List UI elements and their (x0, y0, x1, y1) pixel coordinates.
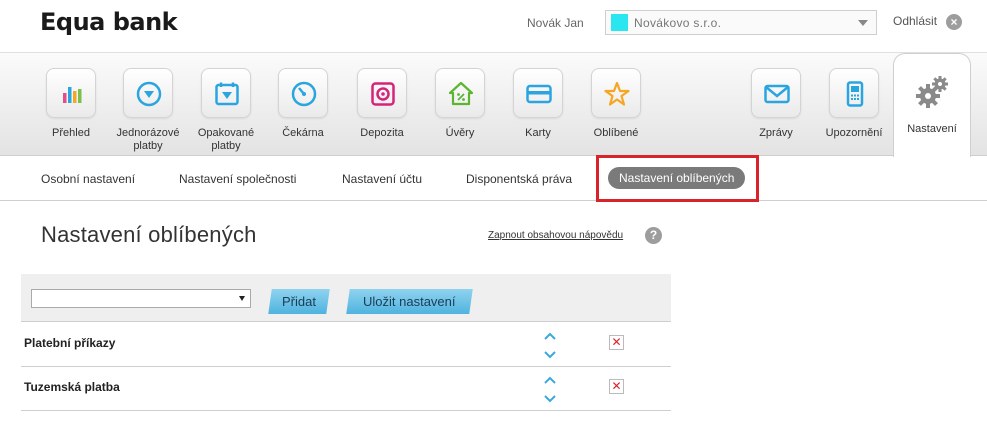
nav-item-label: Upozornění (825, 127, 883, 139)
gears-icon (916, 76, 948, 108)
nav-item-uvery[interactable]: Úvěry (422, 68, 498, 140)
settings-subtabs: Osobní nastavení Nastavení společnosti N… (0, 157, 987, 201)
bar-chart-icon (46, 68, 96, 118)
tab-nastaveni-uctu[interactable]: Nastavení účtu (342, 172, 422, 186)
help-toggle-link[interactable]: Zapnout obsahovou nápovědu (488, 230, 623, 241)
chevron-up-icon[interactable] (543, 375, 557, 385)
tab-osobni-nastaveni[interactable]: Osobní nastavení (41, 172, 135, 186)
tab-disponentska-prava[interactable]: Disponentská práva (466, 172, 572, 186)
equa-bank-logo[interactable]: Equa bank (40, 8, 178, 36)
save-settings-button[interactable]: Uložit nastavení (346, 289, 473, 314)
nav-item-prehled[interactable]: Přehled (33, 68, 109, 140)
favorite-row: Platební příkazy ✕ (21, 323, 671, 367)
nav-item-label: Přehled (52, 127, 90, 139)
add-button-label: Přidat (282, 294, 316, 309)
nav-item-label: Úvěry (445, 127, 475, 139)
nav-item-karty[interactable]: Karty (500, 68, 576, 140)
favorites-toolbar: Přidat Uložit nastavení (21, 274, 671, 322)
nav-item-label: Nastavení (907, 123, 957, 135)
safe-icon (357, 68, 407, 118)
chevron-down-icon (858, 20, 868, 26)
user-name: Novák Jan (527, 16, 584, 30)
nav-item-cekarna[interactable]: Čekárna (265, 68, 341, 140)
arrow-down-circle-icon (123, 68, 173, 118)
nav-item-label: Oblíbené (593, 127, 639, 139)
delete-icon[interactable]: ✕ (609, 335, 624, 350)
company-select[interactable]: Novákovo s.r.o. (605, 10, 877, 35)
favorite-row: Tuzemská platba ✕ (21, 367, 671, 411)
add-button[interactable]: Přidat (268, 289, 330, 314)
favorite-select[interactable] (31, 289, 251, 308)
chevron-down-icon (239, 296, 245, 301)
nav-item-upozorneni[interactable]: Upozornění (816, 68, 892, 140)
chevron-up-icon[interactable] (543, 331, 557, 341)
nav-item-label: Karty (525, 127, 551, 139)
card-icon (513, 68, 563, 118)
nav-item-label: Zprávy (759, 127, 793, 139)
clock-icon (278, 68, 328, 118)
nav-item-label: Opakované platby (197, 127, 255, 152)
house-percent-icon (435, 68, 485, 118)
favorite-row-name: Platební příkazy (24, 336, 116, 350)
chevron-down-icon[interactable] (543, 350, 557, 360)
nav-item-nastaveni[interactable]: Nastavení (893, 53, 971, 157)
nav-item-zpravy[interactable]: Zprávy (738, 68, 814, 140)
nav-item-opakovane-platby[interactable]: Opakované platby (188, 68, 264, 153)
page-title: Nastavení oblíbených (41, 222, 257, 247)
envelope-icon (751, 68, 801, 118)
star-icon (591, 68, 641, 118)
company-color-swatch (611, 14, 628, 31)
company-select-value: Novákovo s.r.o. (634, 16, 722, 30)
nav-item-label: Depozita (360, 127, 404, 139)
phone-icon (829, 68, 879, 118)
chevron-down-icon[interactable] (543, 394, 557, 404)
save-settings-button-label: Uložit nastavení (363, 294, 456, 309)
nav-item-label: Jednorázové platby (116, 127, 180, 152)
help-icon[interactable]: ? (645, 227, 662, 244)
nav-item-oblibene[interactable]: Oblíbené (578, 68, 654, 140)
calendar-icon (201, 68, 251, 118)
main-navigation: Přehled Jednorázové platby Opakované pla… (0, 52, 987, 157)
favorite-row-name: Tuzemská platba (24, 380, 120, 394)
nav-item-depozita[interactable]: Depozita (344, 68, 420, 140)
delete-icon[interactable]: ✕ (609, 379, 624, 394)
close-icon[interactable]: × (946, 14, 962, 30)
nav-item-label: Čekárna (282, 127, 324, 139)
logout-link[interactable]: Odhlásit (893, 14, 937, 28)
tab-nastaveni-spolecnosti[interactable]: Nastavení společnosti (179, 172, 296, 186)
highlight-box (596, 155, 759, 202)
nav-item-jednorazove-platby[interactable]: Jednorázové platby (110, 68, 186, 153)
